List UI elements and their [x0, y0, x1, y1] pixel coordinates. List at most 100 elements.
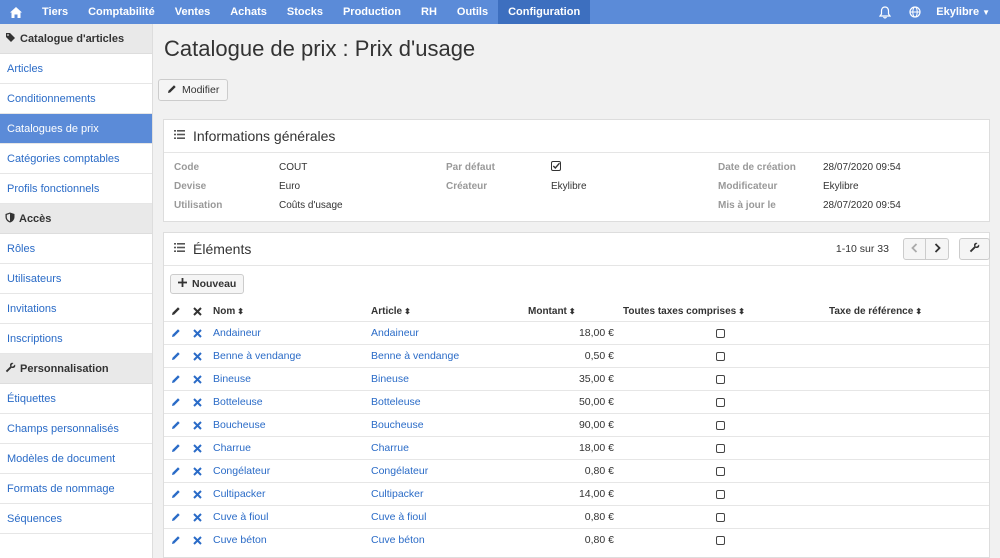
article-link-text[interactable]: Cuve à fioul	[371, 511, 426, 523]
row-article-link[interactable]: Cuve béton	[371, 529, 425, 551]
row-nom-link[interactable]: Andaineur	[213, 322, 261, 344]
article-link-text[interactable]: Charrue	[371, 442, 409, 454]
edit-pencil-icon[interactable]	[171, 483, 181, 505]
nom-link-text[interactable]: Andaineur	[213, 327, 261, 339]
sidebar-item-etiquettes[interactable]: Étiquettes	[0, 384, 152, 414]
nav-configuration[interactable]: Configuration	[498, 0, 591, 24]
nav-rh[interactable]: RH	[411, 0, 447, 24]
row-article-link[interactable]: Congélateur	[371, 460, 428, 482]
edit-pencil-icon[interactable]	[171, 506, 181, 528]
table-settings-button[interactable]	[959, 238, 990, 260]
edit-pencil-icon[interactable]	[171, 368, 181, 390]
article-link-text[interactable]: Botteleuse	[371, 396, 421, 408]
article-link-text[interactable]: Congélateur	[371, 465, 428, 477]
sidebar-item-conditionnements[interactable]: Conditionnements	[0, 84, 152, 114]
row-nom-link[interactable]: Cultipacker	[213, 483, 266, 505]
delete-close-icon[interactable]	[193, 483, 202, 505]
sidebar-item-modeles-de-document[interactable]: Modèles de document	[0, 444, 152, 474]
nom-link-text[interactable]: Botteleuse	[213, 396, 263, 408]
nom-link-text[interactable]: Boucheuse	[213, 419, 266, 431]
header-taxe[interactable]: Taxe de référence ⬍	[829, 301, 922, 321]
next-page-button[interactable]	[926, 238, 949, 260]
edit-pencil-icon[interactable]	[171, 391, 181, 413]
edit-pencil-icon[interactable]	[171, 414, 181, 436]
nom-link-text[interactable]: Charrue	[213, 442, 251, 454]
nom-link-text[interactable]: Cuve béton	[213, 534, 267, 546]
nom-link-text[interactable]: Cuve à fioul	[213, 511, 268, 523]
modify-button[interactable]: Modifier	[158, 79, 229, 101]
row-article-link[interactable]: Botteleuse	[371, 391, 421, 413]
header-montant[interactable]: Montant ⬍	[528, 301, 576, 321]
prev-page-button[interactable]	[903, 238, 926, 260]
header-article[interactable]: Article ⬍	[371, 301, 411, 321]
sidebar-item-catalogues-de-prix[interactable]: Catalogues de prix	[0, 114, 152, 144]
row-article-link[interactable]: Andaineur	[371, 322, 419, 344]
row-article-link[interactable]: Benne à vendange	[371, 345, 459, 367]
nom-link-text[interactable]: Cultipacker	[213, 488, 266, 500]
delete-close-icon[interactable]	[193, 368, 202, 390]
delete-close-icon[interactable]	[193, 506, 202, 528]
user-menu[interactable]: Ekylibre ▼	[930, 0, 1000, 24]
row-article-link[interactable]: Cultipacker	[371, 483, 424, 505]
row-article-link[interactable]: Boucheuse	[371, 414, 424, 436]
nav-comptabilite[interactable]: Comptabilité	[78, 0, 165, 24]
article-link-text[interactable]: Cultipacker	[371, 488, 424, 500]
nav-tiers[interactable]: Tiers	[32, 0, 78, 24]
sidebar-item-utilisateurs[interactable]: Utilisateurs	[0, 264, 152, 294]
sidebar-item-articles[interactable]: Articles	[0, 54, 152, 84]
nav-ventes[interactable]: Ventes	[165, 0, 220, 24]
sidebar-item-roles[interactable]: Rôles	[0, 234, 152, 264]
sidebar-item-inscriptions[interactable]: Inscriptions	[0, 324, 152, 354]
sidebar-item-invitations[interactable]: Invitations	[0, 294, 152, 324]
delete-close-icon[interactable]	[193, 414, 202, 436]
sidebar-item-formats-de-nommage[interactable]: Formats de nommage	[0, 474, 152, 504]
nom-link-text[interactable]: Congélateur	[213, 465, 270, 477]
delete-close-icon[interactable]	[193, 460, 202, 482]
edit-pencil-icon[interactable]	[171, 437, 181, 459]
nom-link-text[interactable]: Bineuse	[213, 373, 251, 385]
nav-achats[interactable]: Achats	[220, 0, 277, 24]
sidebar-item-profils-fonctionnels[interactable]: Profils fonctionnels	[0, 174, 152, 204]
row-nom-link[interactable]: Botteleuse	[213, 391, 263, 413]
row-article-link[interactable]: Bineuse	[371, 368, 409, 390]
header-nom[interactable]: Nom ⬍	[213, 301, 244, 321]
nav-outils[interactable]: Outils	[447, 0, 498, 24]
article-link-text[interactable]: Boucheuse	[371, 419, 424, 431]
bell-icon[interactable]	[870, 0, 900, 24]
delete-close-icon[interactable]	[193, 437, 202, 459]
table-body: Andaineur Andaineur 18,00 € Benne à vendang…	[164, 321, 989, 551]
delete-close-icon[interactable]	[193, 322, 202, 344]
sidebar-item-sequences[interactable]: Séquences	[0, 504, 152, 534]
row-article-link[interactable]: Cuve à fioul	[371, 506, 426, 528]
row-nom-link[interactable]: Boucheuse	[213, 414, 266, 436]
nom-link-text[interactable]: Benne à vendange	[213, 350, 301, 362]
info-row-modificateur: Modificateur Ekylibre	[718, 177, 901, 196]
header-ttc[interactable]: Toutes taxes comprises ⬍	[623, 301, 745, 321]
sidebar-item-champs-personnalises[interactable]: Champs personnalisés	[0, 414, 152, 444]
edit-pencil-icon[interactable]	[171, 345, 181, 367]
article-link-text[interactable]: Cuve béton	[371, 534, 425, 546]
row-article-link[interactable]: Charrue	[371, 437, 409, 459]
createur-label: Créateur	[446, 181, 488, 192]
row-nom-link[interactable]: Cuve à fioul	[213, 506, 268, 528]
edit-pencil-icon[interactable]	[171, 529, 181, 551]
row-nom-link[interactable]: Cuve béton	[213, 529, 267, 551]
row-nom-link[interactable]: Benne à vendange	[213, 345, 301, 367]
nav-production[interactable]: Production	[333, 0, 411, 24]
row-nom-link[interactable]: Congélateur	[213, 460, 270, 482]
delete-close-icon[interactable]	[193, 529, 202, 551]
home-icon[interactable]	[0, 0, 32, 24]
nav-stocks[interactable]: Stocks	[277, 0, 333, 24]
globe-icon[interactable]	[900, 0, 930, 24]
article-link-text[interactable]: Benne à vendange	[371, 350, 459, 362]
row-nom-link[interactable]: Bineuse	[213, 368, 251, 390]
edit-pencil-icon[interactable]	[171, 460, 181, 482]
article-link-text[interactable]: Andaineur	[371, 327, 419, 339]
delete-close-icon[interactable]	[193, 391, 202, 413]
article-link-text[interactable]: Bineuse	[371, 373, 409, 385]
new-element-button[interactable]: Nouveau	[170, 274, 245, 294]
delete-close-icon[interactable]	[193, 345, 202, 367]
row-nom-link[interactable]: Charrue	[213, 437, 251, 459]
edit-pencil-icon[interactable]	[171, 322, 181, 344]
sidebar-item-categories-comptables[interactable]: Catégories comptables	[0, 144, 152, 174]
